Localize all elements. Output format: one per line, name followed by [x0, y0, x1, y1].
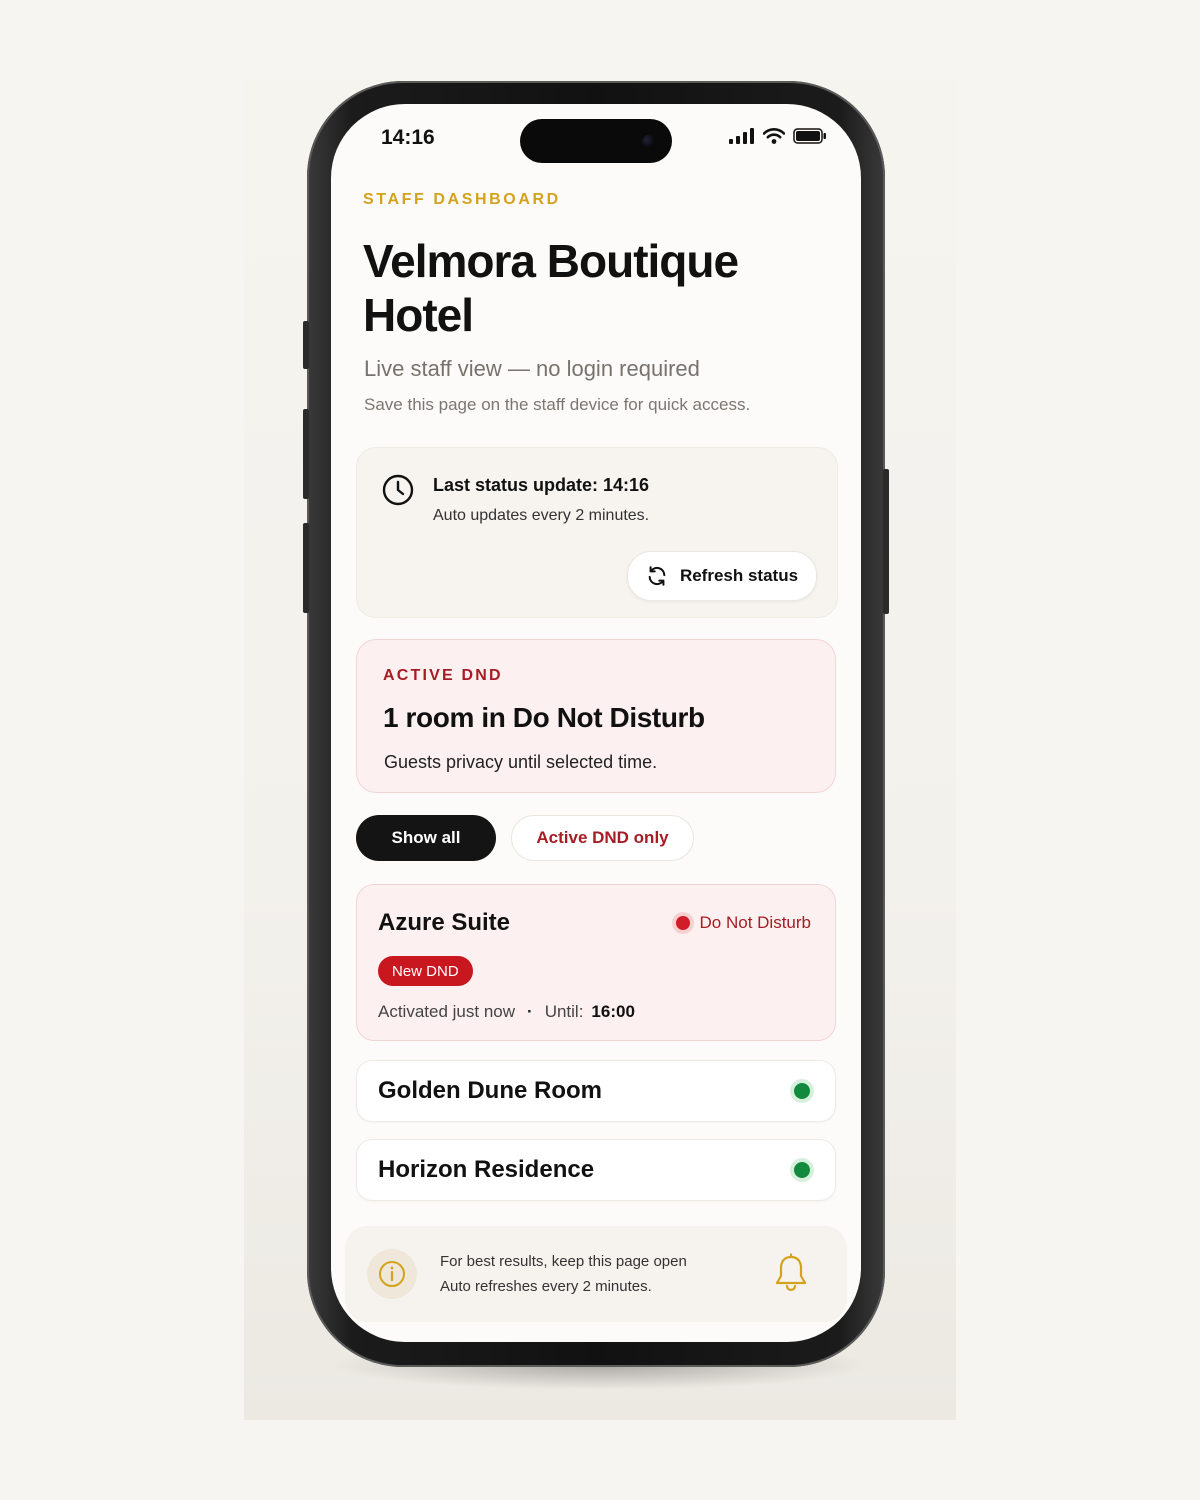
- refresh-status-button[interactable]: Refresh status: [627, 551, 817, 601]
- available-status-dot: [794, 1083, 810, 1099]
- room-name: Golden Dune Room: [378, 1077, 602, 1104]
- available-status-dot: [794, 1162, 810, 1178]
- dnd-status-dot: [675, 916, 690, 930]
- meta-separator: ·: [527, 1002, 533, 1021]
- activated-text: Activated just now: [378, 1002, 516, 1021]
- status-icons: [729, 128, 827, 144]
- wifi-icon: [763, 128, 785, 144]
- volume-up-button: [303, 409, 309, 499]
- status-card: Last status update: 14:16 Auto updates e…: [356, 447, 838, 618]
- room-meta: Activated just now · Until: 16:00: [378, 1002, 635, 1022]
- bell-icon[interactable]: [773, 1253, 809, 1293]
- front-camera: [642, 135, 654, 147]
- until-label: Until:: [544, 1002, 584, 1021]
- page-note: Save this page on the staff device for q…: [364, 395, 751, 414]
- battery-icon: [793, 128, 826, 144]
- phone-screen: 14:16 STAFF DASHBOARD Velmora Boutique H…: [331, 104, 861, 1342]
- filter-show-all-button[interactable]: Show all: [356, 815, 496, 861]
- action-button: [303, 321, 309, 369]
- footer-tip-line2: Auto refreshes every 2 minutes.: [440, 1278, 652, 1295]
- until-value: 16:00: [591, 1002, 635, 1021]
- new-dnd-badge: New DND: [378, 956, 473, 986]
- clock-icon: [382, 474, 414, 506]
- volume-down-button: [303, 523, 309, 613]
- power-button: [883, 469, 889, 614]
- auto-update-note: Auto updates every 2 minutes.: [433, 507, 650, 524]
- dnd-eyebrow: ACTIVE DND: [383, 667, 503, 684]
- refresh-icon: [648, 566, 666, 586]
- filter-active-dnd-button[interactable]: Active DND only: [511, 815, 694, 861]
- last-update-heading: Last status update: 14:16: [433, 475, 650, 495]
- footer-tip-line1: For best results, keep this page open: [440, 1253, 687, 1270]
- room-row[interactable]: Golden Dune Room: [356, 1060, 836, 1122]
- room-status-label: Do Not Disturb: [699, 913, 811, 932]
- page-title: Velmora Boutique Hotel: [363, 235, 739, 341]
- dnd-subtext: Guests privacy until selected time.: [384, 752, 658, 772]
- info-icon: [367, 1249, 417, 1299]
- room-card-dnd[interactable]: Azure Suite Do Not Disturb New DND Activ…: [356, 884, 836, 1041]
- room-row[interactable]: Horizon Residence: [356, 1139, 836, 1201]
- room-name: Azure Suite: [378, 909, 511, 936]
- page-subtitle: Live staff view — no login required: [364, 356, 700, 381]
- dnd-summary-card: ACTIVE DND 1 room in Do Not Disturb Gues…: [356, 639, 836, 793]
- info-glyph: [379, 1261, 405, 1287]
- dynamic-island: [520, 119, 672, 163]
- room-name: Horizon Residence: [378, 1156, 595, 1183]
- room-status: Do Not Disturb: [675, 913, 811, 933]
- dnd-count-title: 1 room in Do Not Disturb: [383, 702, 705, 733]
- footer-tip-card: For best results, keep this page open Au…: [345, 1226, 847, 1322]
- refresh-status-label: Refresh status: [679, 566, 799, 585]
- page-eyebrow: STAFF DASHBOARD: [363, 191, 561, 208]
- status-time: 14:16: [381, 126, 435, 149]
- signal-icon: [729, 128, 754, 144]
